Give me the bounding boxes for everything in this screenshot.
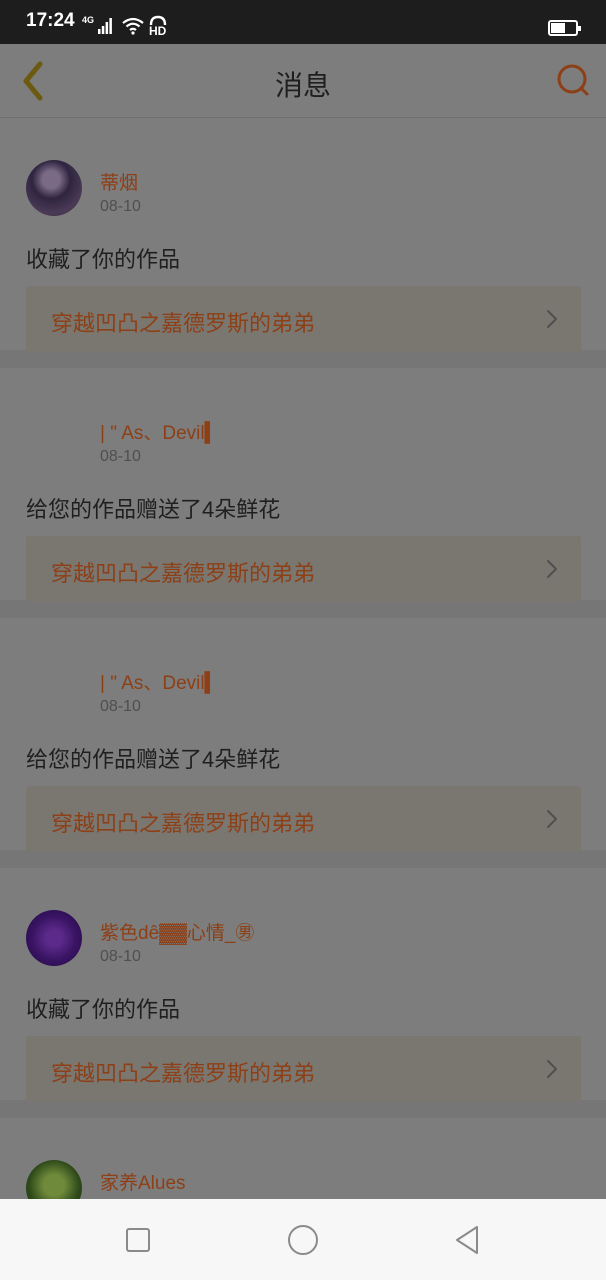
system-nav-bar — [0, 1199, 606, 1280]
chevron-right-icon — [547, 310, 557, 328]
work-link[interactable]: 穿越凹凸之嘉德罗斯的弟弟 — [26, 286, 581, 352]
chevron-right-icon — [547, 1060, 557, 1078]
search-icon[interactable] — [554, 62, 592, 100]
triangle-back-icon[interactable] — [451, 1223, 485, 1257]
message-action: 收藏了你的作品 — [26, 997, 181, 1022]
message-item: 紫色dê▓▓心情_㊚ 08-10 收藏了你的作品 穿越凹凸之嘉德罗斯的弟弟 — [0, 868, 606, 1118]
battery-icon — [548, 20, 581, 36]
message-username[interactable]: | " As、Devil▍ — [100, 668, 219, 695]
work-link[interactable]: 穿越凹凸之嘉德罗斯的弟弟 — [26, 1036, 581, 1102]
message-action: 收藏了你的作品 — [26, 247, 181, 272]
circle-icon[interactable] — [286, 1223, 320, 1257]
chevron-right-icon — [547, 560, 557, 578]
message-item: 蒂烟 08-10 收藏了你的作品 穿越凹凸之嘉德罗斯的弟弟 — [0, 118, 606, 368]
message-username[interactable]: 蒂烟 — [100, 168, 138, 195]
avatar[interactable] — [26, 410, 82, 466]
hd-label: HD — [149, 24, 167, 38]
work-link[interactable]: 穿越凹凸之嘉德罗斯的弟弟 — [26, 786, 581, 852]
work-title: 穿越凹凸之嘉德罗斯的弟弟 — [51, 1061, 316, 1086]
network-type-label: 4G — [82, 15, 95, 25]
message-date: 08-10 — [100, 948, 141, 965]
work-link[interactable]: 穿越凹凸之嘉德罗斯的弟弟 — [26, 536, 581, 602]
message-action: 给您的作品赠送了4朵鲜花 — [26, 497, 281, 522]
message-username[interactable]: 紫色dê▓▓心情_㊚ — [100, 918, 254, 945]
avatar[interactable] — [26, 910, 82, 966]
cell-signal-icon — [98, 18, 112, 34]
message-item: | " As、Devil▍ 08-10 给您的作品赠送了4朵鲜花 穿越凹凸之嘉德… — [0, 368, 606, 618]
hd-call-icon: HD — [148, 15, 168, 38]
message-date: 08-10 — [100, 448, 141, 465]
work-title: 穿越凹凸之嘉德罗斯的弟弟 — [51, 311, 316, 336]
message-username[interactable]: 家养Alues — [100, 1168, 186, 1195]
message-item: | " As、Devil▍ 08-10 给您的作品赠送了4朵鲜花 穿越凹凸之嘉德… — [0, 618, 606, 868]
message-username[interactable]: | " As、Devil▍ — [100, 418, 219, 445]
message-item: 家养Alues — [0, 1118, 606, 1216]
status-icons: 4G HD — [82, 14, 168, 38]
square-icon[interactable] — [121, 1223, 155, 1257]
message-date: 08-10 — [100, 698, 141, 715]
avatar[interactable] — [26, 660, 82, 716]
status-time: 17:24 — [26, 10, 75, 31]
app-header: 消息 — [0, 44, 606, 118]
chevron-right-icon — [547, 810, 557, 828]
page-title: 消息 — [274, 70, 331, 101]
message-date: 08-10 — [100, 198, 141, 215]
work-title: 穿越凹凸之嘉德罗斯的弟弟 — [51, 561, 316, 586]
avatar[interactable] — [26, 160, 82, 216]
message-action: 给您的作品赠送了4朵鲜花 — [26, 747, 281, 772]
work-title: 穿越凹凸之嘉德罗斯的弟弟 — [51, 811, 316, 836]
status-bar: 17:24 4G HD — [0, 0, 606, 44]
message-list: 蒂烟 08-10 收藏了你的作品 穿越凹凸之嘉德罗斯的弟弟 | " As、Dev… — [0, 118, 606, 1216]
wifi-icon — [122, 17, 144, 35]
